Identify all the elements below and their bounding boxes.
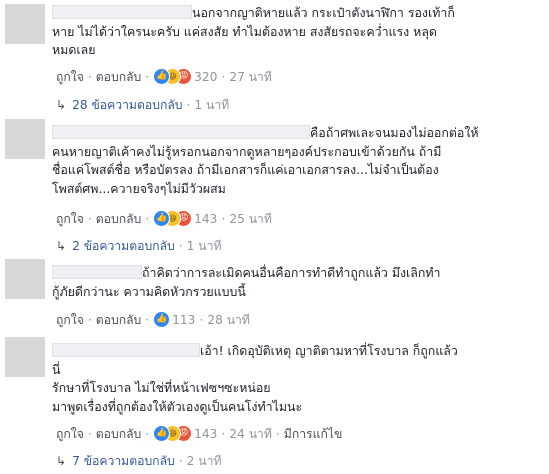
- replies-time: 1 นาที: [194, 98, 230, 112]
- reaction-count[interactable]: 113: [172, 313, 195, 327]
- comment-actions: ถูกใจ · ตอบกลับ · 👍 😆 😡 320 · 27 นาที: [56, 68, 272, 85]
- view-replies[interactable]: ↳ 2 ข้อความตอบกลับ · 1 นาที: [56, 237, 222, 255]
- avatar[interactable]: [5, 259, 45, 299]
- replies-count[interactable]: 28 ข้อความตอบกลับ: [72, 98, 182, 112]
- comment-text-line: กู้ภัยดีกว่านะ ความคิดหัวกรวยแบบนี้: [52, 283, 246, 299]
- comment-body: ถ้าคิดว่าการละเมิดคนอื่นคือการทำดีทำถูกแ…: [52, 264, 522, 301]
- comment-actions: ถูกใจ · ตอบกลับ · 👍 😆 😡 143 · 24 นาที · มีการแก้ไข: [56, 425, 343, 442]
- comment-time[interactable]: 25 นาที: [229, 212, 272, 226]
- reply-link[interactable]: ตอบกลับ: [96, 212, 142, 226]
- like-reaction-icon: 👍: [153, 425, 171, 442]
- reply-arrow-icon: ↳: [56, 98, 67, 112]
- comment-text-line: ชื่อแค่โพสต์ชื่อ หรือบัตรลง ถ้ามีเอกสารก…: [52, 162, 439, 177]
- comment-text-line: นอกจากญาติหายแล้ว กระเป๋าตังนาฬิกา รองเท…: [192, 5, 455, 20]
- comment-text-line: รักษาที่โรงบาล ไม่ใช่ที่หน้าเฟซฯซะหน่อย: [52, 380, 271, 395]
- redacted-name[interactable]: [52, 5, 192, 19]
- redacted-name[interactable]: [52, 343, 200, 357]
- edited-link[interactable]: มีการแก้ไข: [284, 427, 343, 441]
- reactions[interactable]: 👍 😆 😡: [153, 210, 193, 227]
- comment-time[interactable]: 24 นาที: [229, 427, 272, 441]
- reply-arrow-icon: ↳: [56, 239, 67, 253]
- like-reaction-icon: 👍: [153, 311, 171, 328]
- reply-link[interactable]: ตอบกลับ: [96, 70, 142, 84]
- comment-text-line: มาพูดเรื่องที่ถูกต้องให้ตัวเองดูเป็นคนโง…: [52, 398, 303, 414]
- like-link[interactable]: ถูกใจ: [56, 427, 84, 441]
- comment-text-line: หมดเลย: [52, 42, 96, 57]
- comment-time[interactable]: 28 นาที: [207, 313, 250, 327]
- like-reaction-icon: 👍: [153, 210, 171, 227]
- replies-count[interactable]: 2 ข้อความตอบกลับ: [72, 239, 175, 253]
- comment-text-line: หาย ไม่ได้ว่าใครนะครับ แค่สงสัย ทำไมต้อง…: [52, 23, 437, 39]
- reactions[interactable]: 👍: [153, 311, 171, 328]
- redacted-name[interactable]: [52, 125, 310, 139]
- view-replies[interactable]: ↳ 7 ข้อความตอบกลับ · 2 นาที: [56, 452, 222, 470]
- like-reaction-icon: 👍: [153, 68, 171, 85]
- view-replies[interactable]: ↳ 28 ข้อความตอบกลับ · 1 นาที: [56, 96, 229, 114]
- comment-body: เอ้า! เกิดอุบัติเหตุ ญาติตามหาที่โรงบาล …: [52, 342, 522, 416]
- reaction-count[interactable]: 143: [194, 427, 217, 441]
- reactions[interactable]: 👍 😆 😡: [153, 68, 193, 85]
- comment-text-line: คือถ้าศพเละจนมองไม่ออกต่อให้: [310, 125, 479, 140]
- comment-text-line: โพสต์ศพ...ควายจริงๆไม่มีวัวผสม: [52, 180, 226, 196]
- comment-text-line: เอ้า! เกิดอุบัติเหตุ ญาติตามหาที่โรงบาล …: [200, 343, 458, 358]
- reactions[interactable]: 👍 😆 😡: [153, 425, 193, 442]
- avatar[interactable]: [5, 337, 45, 377]
- comment-text-line: คนหายญาติเค้าคงไม่รู้หรอกนอกจากดูหลายๆอง…: [52, 143, 442, 159]
- like-link[interactable]: ถูกใจ: [56, 212, 84, 226]
- reply-link[interactable]: ตอบกลับ: [96, 313, 142, 327]
- comment-time[interactable]: 27 นาที: [229, 70, 272, 84]
- comment-text-line: นี่: [52, 361, 61, 377]
- comment-actions: ถูกใจ · ตอบกลับ · 👍 113 · 28 นาที: [56, 311, 250, 328]
- reaction-count[interactable]: 320: [194, 70, 217, 84]
- replies-count[interactable]: 7 ข้อความตอบกลับ: [72, 454, 175, 468]
- comment-body: นอกจากญาติหายแล้ว กระเป๋าตังนาฬิกา รองเท…: [52, 4, 522, 60]
- comment-text-line: ถ้าคิดว่าการละเมิดคนอื่นคือการทำดีทำถูกแ…: [142, 265, 441, 280]
- avatar[interactable]: [5, 119, 45, 159]
- replies-time: 1 นาที: [186, 239, 222, 253]
- like-link[interactable]: ถูกใจ: [56, 313, 84, 327]
- like-link[interactable]: ถูกใจ: [56, 70, 84, 84]
- replies-time: 2 นาที: [186, 454, 222, 468]
- reply-link[interactable]: ตอบกลับ: [96, 427, 142, 441]
- comment-actions: ถูกใจ · ตอบกลับ · 👍 😆 😡 143 · 25 นาที: [56, 210, 272, 227]
- comment-body: คือถ้าศพเละจนมองไม่ออกต่อให้ คนหายญาติเค…: [52, 124, 522, 198]
- reaction-count[interactable]: 143: [194, 212, 217, 226]
- reply-arrow-icon: ↳: [56, 454, 67, 468]
- redacted-name[interactable]: [52, 265, 142, 279]
- avatar[interactable]: [5, 4, 45, 44]
